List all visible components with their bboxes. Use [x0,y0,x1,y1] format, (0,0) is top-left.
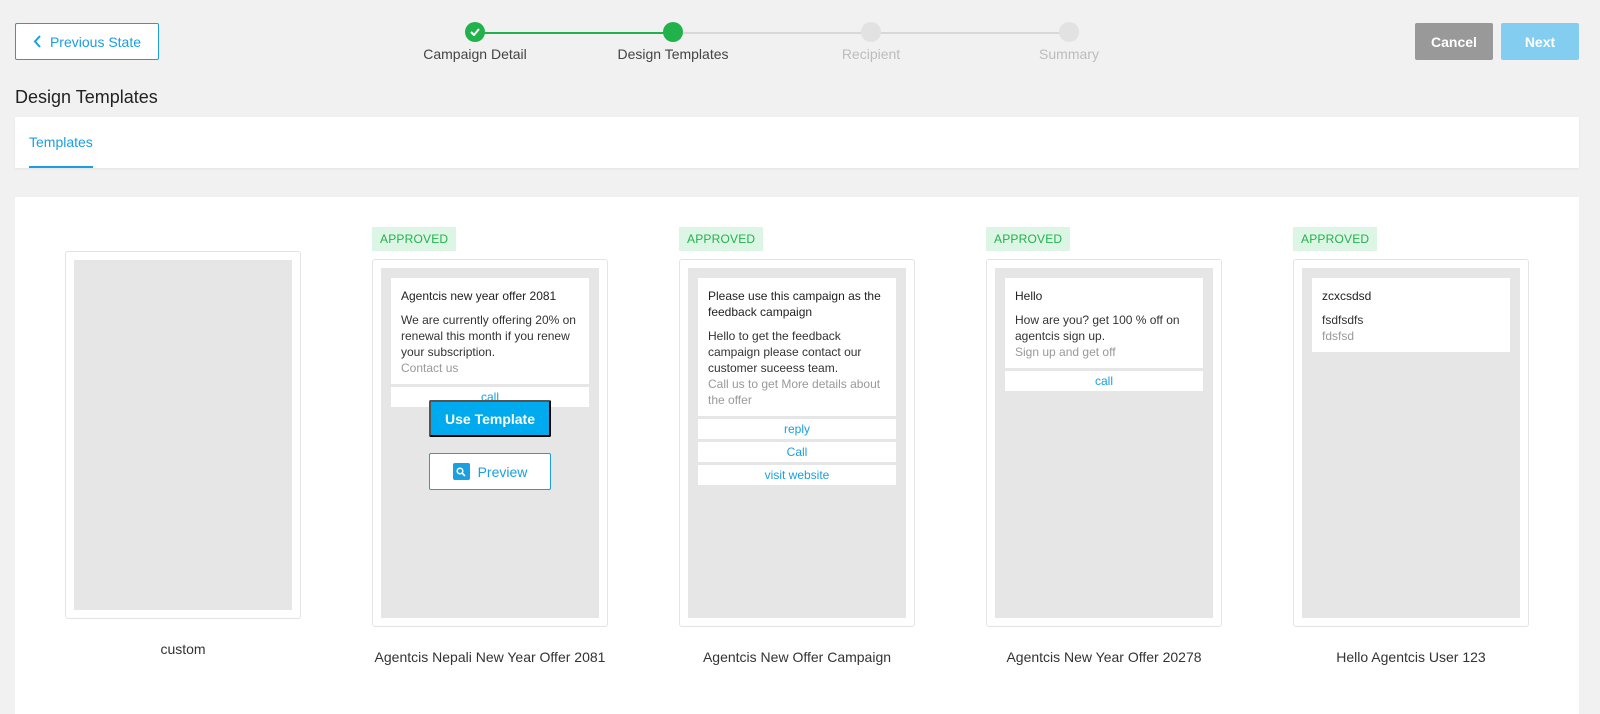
step-recipient: Recipient [791,22,951,62]
template-card[interactable]: APPROVED zcxcsdsd fsdfsdfs fdsfsd Hello … [1293,227,1529,665]
template-name: Agentcis New Year Offer 20278 [1006,649,1202,665]
message-bubble: Hello How are you? get 100 % off on agen… [1005,278,1203,368]
message-action: visit website [698,465,896,485]
template-screen: Hello How are you? get 100 % off on agen… [995,268,1213,618]
message-body: We are currently offering 20% on renewal… [401,313,576,359]
template-name: Agentcis New Offer Campaign [702,649,892,665]
template-name: custom [160,641,206,657]
step-summary: Summary [989,22,1149,62]
template-preview: zcxcsdsd fsdfsdfs fdsfsd [1293,259,1529,627]
message-footer: Call us to get More details about the of… [708,377,881,407]
template-name: Hello Agentcis User 123 [1336,649,1486,665]
template-screen: Please use this campaign as the feedback… [688,268,906,618]
status-badge: APPROVED [679,227,764,251]
step-dot-active [663,22,683,42]
step-label: Design Templates [617,46,729,62]
template-card[interactable]: APPROVED Hello How are you? get 100 % of… [986,227,1222,665]
status-badge: APPROVED [986,227,1071,251]
preview-label: Preview [477,463,528,480]
message-heading: zcxcsdsd [1322,289,1372,303]
template-preview: Hello How are you? get 100 % off on agen… [986,259,1222,627]
next-button[interactable]: Next [1501,23,1579,60]
tabs-bar: Templates [15,117,1579,168]
message-body: How are you? get 100 % off on agentcis s… [1015,313,1180,343]
message-action: call [1005,371,1203,391]
template-card[interactable]: APPROVED Agentcis new year offer 2081 We… [372,227,608,665]
check-icon [465,22,485,42]
search-icon [452,463,470,480]
template-preview [65,251,301,619]
message-heading: Please use this campaign as the feedback… [708,289,881,319]
step-dot-pending [861,22,881,42]
message-footer: Contact us [401,361,459,375]
tab-templates[interactable]: Templates [29,117,93,168]
message-heading: Agentcis new year offer 2081 [401,289,557,303]
page-title: Design Templates [15,87,158,107]
step-label: Campaign Detail [423,46,527,62]
chevron-left-icon [33,35,41,48]
template-screen: Agentcis new year offer 2081 We are curr… [381,268,599,618]
preview-button[interactable]: Preview [429,453,551,490]
message-heading: Hello [1015,289,1043,303]
step-design-templates: Design Templates [593,22,753,62]
template-screen [74,260,292,610]
step-dot-pending [1059,22,1079,42]
template-screen: zcxcsdsd fsdfsdfs fdsfsd [1302,268,1520,618]
message-bubble: zcxcsdsd fsdfsdfs fdsfsd [1312,278,1510,352]
step-campaign-detail: Campaign Detail [395,22,555,62]
message-footer: Sign up and get off [1015,345,1116,359]
message-body: fsdfsdfs [1322,313,1364,327]
template-card[interactable]: APPROVED Please use this campaign as the… [679,227,915,665]
message-footer: fdsfsd [1322,329,1355,343]
template-preview: Agentcis new year offer 2081 We are curr… [372,259,608,627]
message-body: Hello to get the feedback campaign pleas… [708,329,862,375]
previous-state-button[interactable]: Previous State [15,23,159,60]
status-badge: APPROVED [372,227,457,251]
previous-state-label: Previous State [49,33,142,50]
message-bubble: Agentcis new year offer 2081 We are curr… [391,278,589,384]
status-badge: APPROVED [1293,227,1378,251]
cancel-button[interactable]: Cancel [1415,23,1493,60]
message-action: reply [698,419,896,439]
progress-stepper: Campaign Detail Design Templates Recipie… [423,22,1130,72]
step-label: Recipient [841,46,901,62]
template-preview: Please use this campaign as the feedback… [679,259,915,627]
use-template-button[interactable]: Use Template [429,400,551,437]
templates-grid: custom APPROVED Agentcis new year offer … [15,197,1579,714]
step-label: Summary [1039,46,1099,62]
template-name: Agentcis Nepali New Year Offer 2081 [374,649,606,665]
message-action: Call [698,442,896,462]
template-card-custom[interactable]: custom [65,251,301,657]
message-bubble: Please use this campaign as the feedback… [698,278,896,416]
